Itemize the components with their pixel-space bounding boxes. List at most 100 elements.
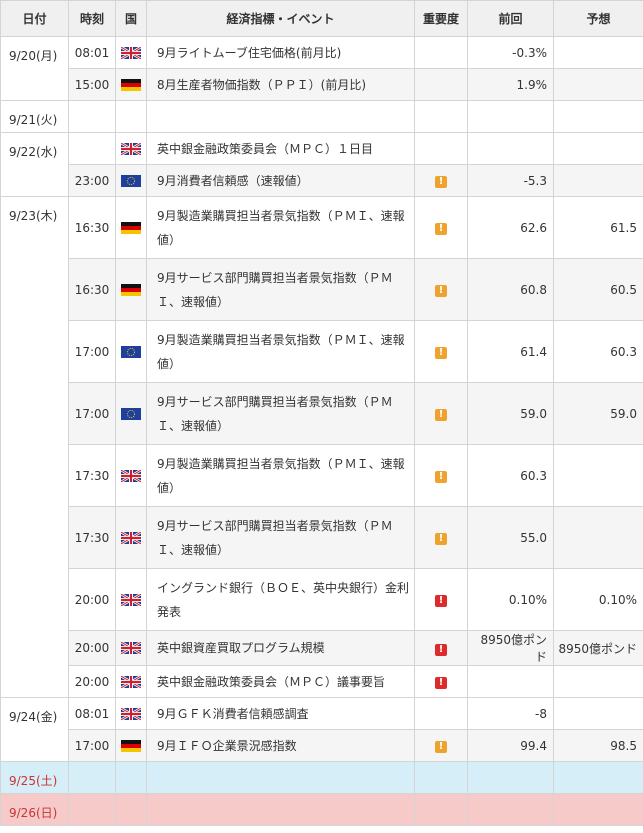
event-cell: 9月ＧＦＫ消費者信頼感調査 bbox=[146, 697, 415, 730]
table-row: 9/21(火) bbox=[0, 100, 643, 133]
forecast-cell bbox=[553, 164, 643, 197]
table-row: 20:00 英中銀資産買取プログラム規模! 8950億ポンド 8950億ポンド bbox=[1, 630, 643, 666]
date-cell: 9/24(金) bbox=[0, 697, 69, 762]
table-row: 16:30 9月サービス部門購買担当者景気指数（ＰＭＩ、速報値）! 60.8 60.5 bbox=[1, 258, 643, 321]
importance-cell: ! bbox=[414, 568, 468, 631]
header-country: 国 bbox=[115, 0, 147, 37]
uk-flag-icon bbox=[120, 640, 142, 656]
eu-flag-icon bbox=[121, 174, 141, 188]
table-row: 9/22(水) 英中銀金融政策委員会（ＭＰＣ）１日目 bbox=[0, 132, 643, 197]
previous-cell: 99.4 bbox=[467, 729, 554, 762]
table-row: 23:00 9月消費者信頼感（速報値）! -5.3 bbox=[1, 164, 643, 197]
previous-cell: 8950億ポンド bbox=[467, 630, 554, 666]
country-cell bbox=[115, 320, 147, 383]
time-cell: 17:00 bbox=[68, 729, 116, 762]
country-cell bbox=[115, 665, 147, 698]
importance-cell: ! bbox=[414, 164, 468, 197]
previous-cell: 61.4 bbox=[467, 320, 554, 383]
germany-flag-icon bbox=[121, 739, 141, 753]
date-cell: 9/20(月) bbox=[0, 36, 69, 101]
country-cell bbox=[115, 568, 147, 631]
time-cell: 17:00 bbox=[68, 320, 116, 383]
importance-cell bbox=[414, 793, 468, 826]
uk-flag-icon bbox=[120, 674, 142, 689]
germany-flag-icon bbox=[121, 283, 141, 297]
event-cell: 9月ライトムーブ住宅価格(前月比) bbox=[146, 36, 415, 69]
germany-flag-icon bbox=[121, 78, 141, 92]
event-cell: 9月サービス部門購買担当者景気指数（ＰＭＩ、速報値） bbox=[146, 258, 415, 321]
previous-cell: -0.3% bbox=[467, 36, 554, 69]
importance-cell bbox=[414, 68, 468, 101]
country-cell bbox=[115, 697, 147, 730]
date-cell: 9/21(火) bbox=[0, 100, 69, 133]
previous-cell bbox=[467, 100, 554, 133]
uk-flag-icon bbox=[120, 592, 142, 607]
header-forecast: 予想 bbox=[553, 0, 643, 37]
event-cell: 9月製造業購買担当者景気指数（ＰＭＩ、速報値） bbox=[146, 196, 415, 259]
time-cell bbox=[68, 100, 116, 133]
event-cell: 9月サービス部門購買担当者景気指数（ＰＭＩ、速報値） bbox=[146, 382, 415, 445]
date-cell: 9/23(木) bbox=[0, 196, 69, 698]
forecast-cell bbox=[553, 665, 643, 698]
country-cell bbox=[115, 382, 147, 445]
importance-cell bbox=[414, 36, 468, 69]
eu-flag-icon bbox=[121, 407, 141, 421]
medium-importance-icon: ! bbox=[435, 285, 447, 297]
previous-cell: 60.8 bbox=[467, 258, 554, 321]
high-importance-icon: ! bbox=[435, 643, 447, 656]
previous-cell: 60.3 bbox=[467, 444, 554, 507]
previous-cell: -5.3 bbox=[467, 164, 554, 197]
forecast-cell bbox=[553, 444, 643, 507]
forecast-cell: 60.5 bbox=[553, 258, 643, 321]
time-cell: 17:00 bbox=[68, 382, 116, 445]
importance-cell bbox=[414, 100, 468, 133]
economic-calendar-table: 日付 時刻 国 経済指標・イベント 重要度 前回 予想 9/20(月) 08:01… bbox=[0, 0, 643, 826]
forecast-cell: 8950億ポンド bbox=[553, 630, 643, 666]
event-cell: 9月製造業購買担当者景気指数（ＰＭＩ、速報値） bbox=[146, 444, 415, 507]
previous-cell bbox=[467, 793, 554, 826]
importance-cell bbox=[414, 697, 468, 730]
table-row: 9/25(土) bbox=[0, 761, 643, 794]
table-row: 15:00 8月生産者物価指数（ＰＰＩ）(前月比) 1.9% bbox=[1, 68, 643, 101]
event-cell: イングランド銀行（ＢＯＥ、英中央銀行）金利発表 bbox=[146, 568, 415, 631]
previous-cell: 55.0 bbox=[467, 506, 554, 569]
country-cell bbox=[115, 793, 147, 826]
time-cell bbox=[68, 793, 116, 826]
country-cell bbox=[115, 630, 147, 666]
forecast-cell: 60.3 bbox=[553, 320, 643, 383]
country-cell bbox=[115, 68, 147, 101]
time-cell: 08:01 bbox=[68, 36, 116, 69]
forecast-cell: 98.5 bbox=[553, 729, 643, 762]
previous-cell: 59.0 bbox=[467, 382, 554, 445]
forecast-cell bbox=[553, 68, 643, 101]
event-cell: 8月生産者物価指数（ＰＰＩ）(前月比) bbox=[146, 68, 415, 101]
header-event: 経済指標・イベント bbox=[146, 0, 415, 37]
previous-cell: 0.10% bbox=[467, 568, 554, 631]
country-cell bbox=[115, 444, 147, 507]
forecast-cell: 59.0 bbox=[553, 382, 643, 445]
importance-cell: ! bbox=[414, 382, 468, 445]
importance-cell: ! bbox=[414, 258, 468, 321]
country-cell bbox=[115, 761, 147, 794]
importance-cell: ! bbox=[414, 729, 468, 762]
medium-importance-icon: ! bbox=[435, 176, 447, 188]
uk-flag-icon bbox=[120, 141, 142, 156]
time-cell: 20:00 bbox=[68, 665, 116, 698]
time-cell: 16:30 bbox=[68, 258, 116, 321]
importance-cell bbox=[414, 761, 468, 794]
importance-cell: ! bbox=[414, 506, 468, 569]
importance-cell: ! bbox=[414, 196, 468, 259]
event-cell: 9月ＩＦＯ企業景況感指数 bbox=[146, 729, 415, 762]
country-cell bbox=[115, 258, 147, 321]
forecast-cell bbox=[553, 506, 643, 569]
header-date: 日付 bbox=[0, 0, 69, 37]
importance-cell: ! bbox=[414, 444, 468, 507]
medium-importance-icon: ! bbox=[435, 533, 447, 545]
time-cell: 20:00 bbox=[68, 630, 116, 666]
importance-cell: ! bbox=[414, 665, 468, 698]
country-cell bbox=[115, 506, 147, 569]
high-importance-icon: ! bbox=[435, 677, 447, 689]
table-row: 17:30 9月サービス部門購買担当者景気指数（ＰＭＩ、速報値）! 55.0 bbox=[1, 506, 643, 569]
importance-cell: ! bbox=[414, 630, 468, 666]
medium-importance-icon: ! bbox=[435, 223, 447, 235]
